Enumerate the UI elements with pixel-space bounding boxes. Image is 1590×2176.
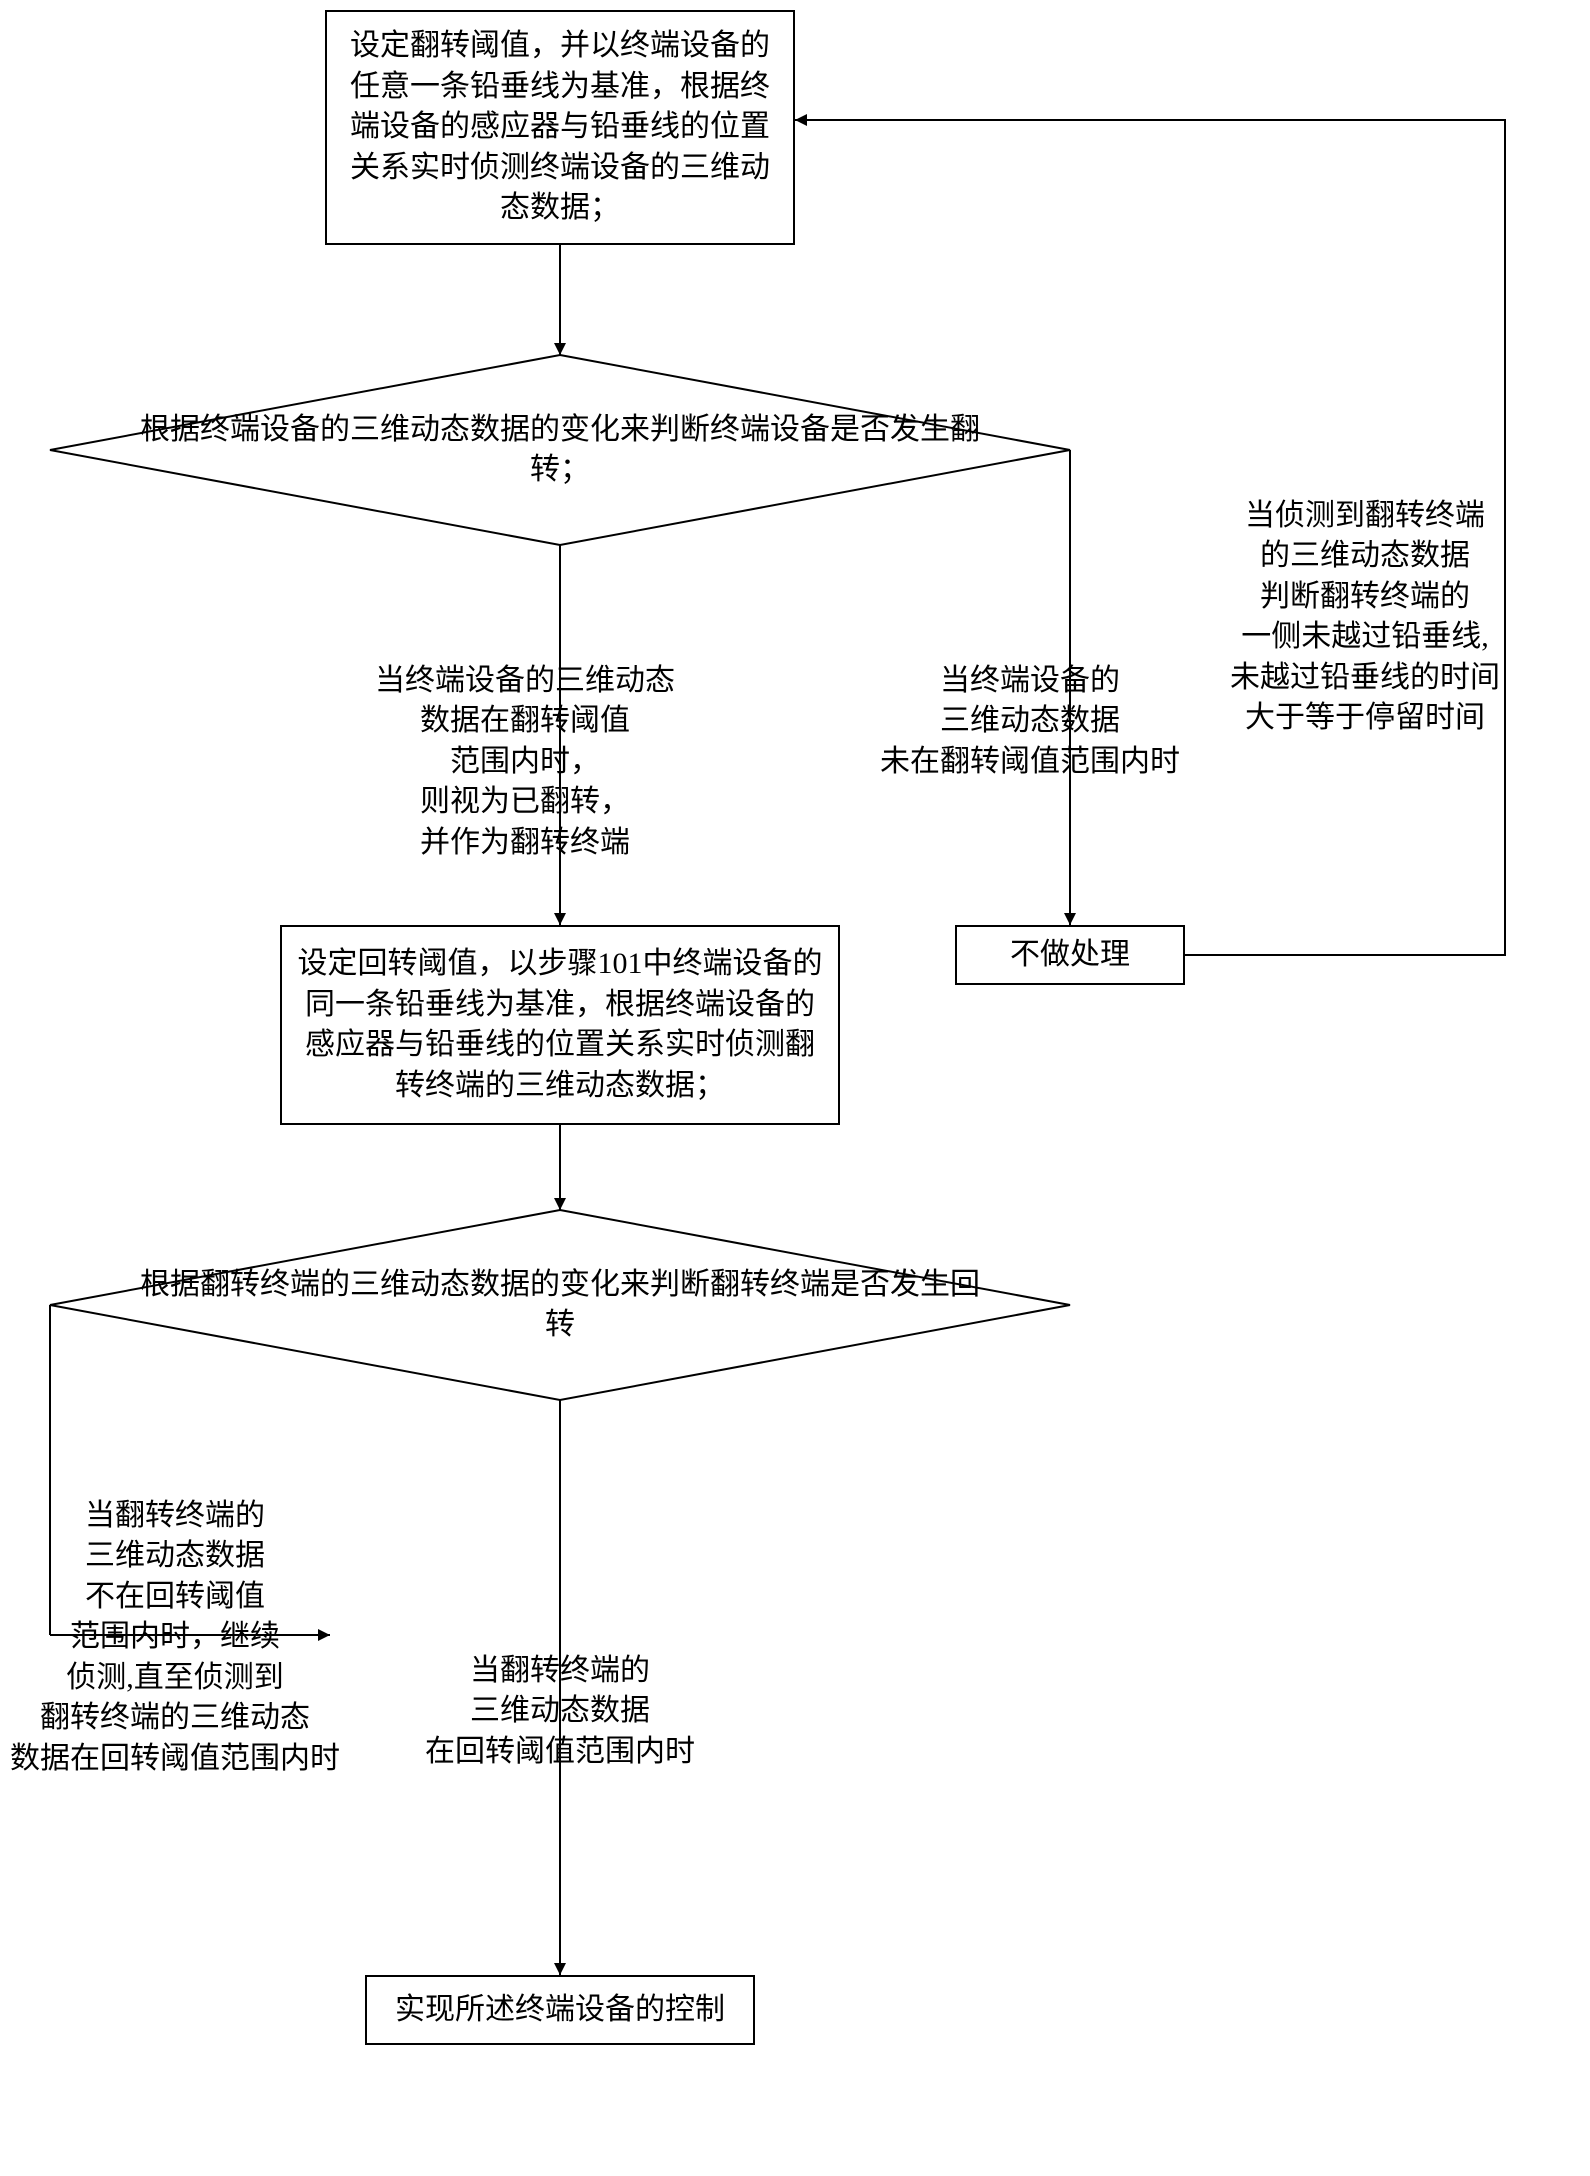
node-text: 根据终端设备的三维动态数据的变化来判断终端设备是否发生翻转； (130, 410, 990, 491)
node-no-action: 不做处理 (955, 925, 1185, 985)
node-text: 设定翻转阈值，并以终端设备的任意一条铅垂线为基准，根据终端设备的感应器与铅垂线的… (337, 26, 783, 229)
label-feedback-right: 当侦测到翻转终端 的三维动态数据 判断翻转终端的 一侧未越过铅垂线, 未越过铅垂… (1195, 455, 1535, 739)
label-flip-no: 当终端设备的 三维动态数据 未在翻转阈值范围内时 (870, 620, 1190, 782)
label-text: 当侦测到翻转终端 的三维动态数据 判断翻转终端的 一侧未越过铅垂线, 未越过铅垂… (1230, 499, 1500, 735)
label-text: 当翻转终端的 三维动态数据 在回转阈值范围内时 (425, 1654, 695, 1768)
label-flip-yes: 当终端设备的三维动态 数据在翻转阈值 范围内时， 则视为已翻转， 并作为翻转终端 (345, 620, 705, 863)
node-check-return: 根据翻转终端的三维动态数据的变化来判断翻转终端是否发生回转 (130, 1250, 990, 1360)
label-text: 当翻转终端的 三维动态数据 不在回转阈值 范围内时，继续 侦测,直至侦测到 翻转… (10, 1499, 340, 1775)
label-text: 当终端设备的 三维动态数据 未在翻转阈值范围内时 (880, 664, 1180, 778)
node-set-return-threshold: 设定回转阈值，以步骤101中终端设备的同一条铅垂线为基准，根据终端设备的感应器与… (280, 925, 840, 1125)
label-text: 当终端设备的三维动态 数据在翻转阈值 范围内时， 则视为已翻转， 并作为翻转终端 (375, 664, 675, 859)
node-check-flip: 根据终端设备的三维动态数据的变化来判断终端设备是否发生翻转； (130, 395, 990, 505)
node-text: 根据翻转终端的三维动态数据的变化来判断翻转终端是否发生回转 (130, 1265, 990, 1346)
node-text: 不做处理 (1010, 935, 1130, 976)
label-return-no: 当翻转终端的 三维动态数据 不在回转阈值 范围内时，继续 侦测,直至侦测到 翻转… (0, 1455, 355, 1779)
label-return-yes: 当翻转终端的 三维动态数据 在回转阈值范围内时 (380, 1610, 740, 1772)
node-text: 实现所述终端设备的控制 (395, 1990, 725, 2031)
node-text: 设定回转阈值，以步骤101中终端设备的同一条铅垂线为基准，根据终端设备的感应器与… (292, 944, 828, 1106)
node-control-terminal: 实现所述终端设备的控制 (365, 1975, 755, 2045)
node-set-flip-threshold: 设定翻转阈值，并以终端设备的任意一条铅垂线为基准，根据终端设备的感应器与铅垂线的… (325, 10, 795, 245)
